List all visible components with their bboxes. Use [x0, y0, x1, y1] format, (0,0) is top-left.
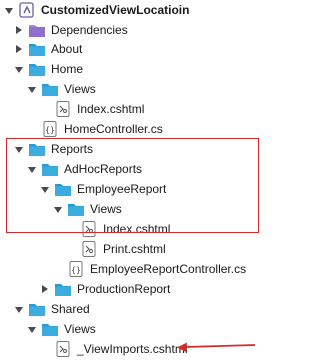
expand-down-icon[interactable]: [4, 5, 14, 15]
cshtml-file-icon: [56, 101, 70, 117]
folder-icon: [68, 204, 84, 216]
expand-down-icon[interactable]: [27, 164, 37, 174]
expand-down-icon[interactable]: [27, 324, 37, 334]
folder-icon: [42, 84, 58, 96]
csharp-file-icon: {}: [69, 261, 83, 277]
tree-row-label: EmployeeReport: [77, 182, 167, 196]
folder-icon: [29, 144, 45, 156]
tree-row-home-views[interactable]: Views: [27, 79, 96, 99]
tree-row-label: Index.cshtml: [103, 222, 171, 236]
expand-down-icon[interactable]: [27, 84, 37, 94]
tree-row-employeereportcontroller-cs[interactable]: {} EmployeeReportController.cs: [53, 259, 246, 279]
expand-down-icon[interactable]: [53, 204, 63, 214]
svg-text:{}: {}: [71, 266, 81, 275]
cshtml-file-icon: [56, 341, 70, 357]
folder-icon: [29, 44, 45, 56]
cshtml-file-icon: [82, 221, 96, 237]
tree-row-label: Print.cshtml: [103, 242, 166, 256]
folder-icon: [55, 284, 71, 296]
tree-row-label: Views: [90, 202, 122, 216]
tree-row-label: CustomizedViewLocatioin: [41, 3, 190, 17]
csharp-file-icon: {}: [43, 121, 57, 137]
expand-down-icon[interactable]: [40, 184, 50, 194]
tree-row-employeereport-print-cshtml[interactable]: Print.cshtml: [66, 239, 166, 259]
tree-row-label: Dependencies: [51, 23, 128, 37]
tree-row-label: Views: [64, 82, 96, 96]
expand-right-icon[interactable]: [14, 25, 24, 35]
dependencies-folder-icon: [29, 25, 45, 37]
expand-down-icon[interactable]: [14, 304, 24, 314]
tree-row-label: ProductionReport: [77, 282, 171, 296]
tree-row-label: Index.cshtml: [77, 102, 145, 116]
tree-row-adhocreports[interactable]: AdHocReports: [27, 159, 142, 179]
expand-right-icon[interactable]: [40, 284, 50, 294]
tree-row-about[interactable]: About: [14, 39, 82, 59]
tree-row-label: Views: [64, 322, 96, 336]
tree-row-label: Home: [51, 62, 84, 76]
folder-icon: [55, 184, 71, 196]
tree-row-label: AdHocReports: [64, 162, 143, 176]
folder-icon: [42, 324, 58, 336]
solution-explorer-tree: CustomizedViewLocatioin Dependencies Abo…: [0, 0, 327, 362]
tree-row-employeereport-index-cshtml[interactable]: Index.cshtml: [66, 219, 170, 239]
folder-icon: [29, 304, 45, 316]
folder-icon: [29, 64, 45, 76]
folder-icon: [42, 164, 58, 176]
expand-down-icon[interactable]: [14, 64, 24, 74]
tree-row-shared-views[interactable]: Views: [27, 319, 96, 339]
solution-icon: [19, 2, 34, 18]
expand-right-icon[interactable]: [14, 44, 24, 54]
tree-row-dependencies[interactable]: Dependencies: [14, 20, 128, 40]
tree-row-employeereport[interactable]: EmployeeReport: [40, 179, 166, 199]
tree-row-label: Reports: [51, 142, 94, 156]
tree-row-label: HomeController.cs: [64, 122, 163, 136]
tree-row-solution[interactable]: CustomizedViewLocatioin: [4, 0, 189, 20]
tree-row-homecontroller-cs[interactable]: {} HomeController.cs: [27, 119, 163, 139]
tree-row-productionreport[interactable]: ProductionReport: [40, 279, 170, 299]
expand-down-icon[interactable]: [14, 144, 24, 154]
tree-row-label: Shared: [51, 302, 90, 316]
cshtml-file-icon: [82, 241, 96, 257]
svg-text:{}: {}: [45, 126, 55, 135]
tree-row-reports[interactable]: Reports: [14, 139, 93, 159]
tree-row-label: About: [51, 42, 83, 56]
tree-row-home[interactable]: Home: [14, 59, 83, 79]
tree-row-shared[interactable]: Shared: [14, 299, 90, 319]
tree-row-label: _ViewImports.cshtml: [77, 342, 188, 356]
tree-row-home-index-cshtml[interactable]: Index.cshtml: [40, 99, 144, 119]
tree-row-viewimports-cshtml[interactable]: _ViewImports.cshtml: [40, 339, 187, 359]
tree-row-employeereport-views[interactable]: Views: [53, 199, 122, 219]
tree-row-label: EmployeeReportController.cs: [90, 262, 247, 276]
